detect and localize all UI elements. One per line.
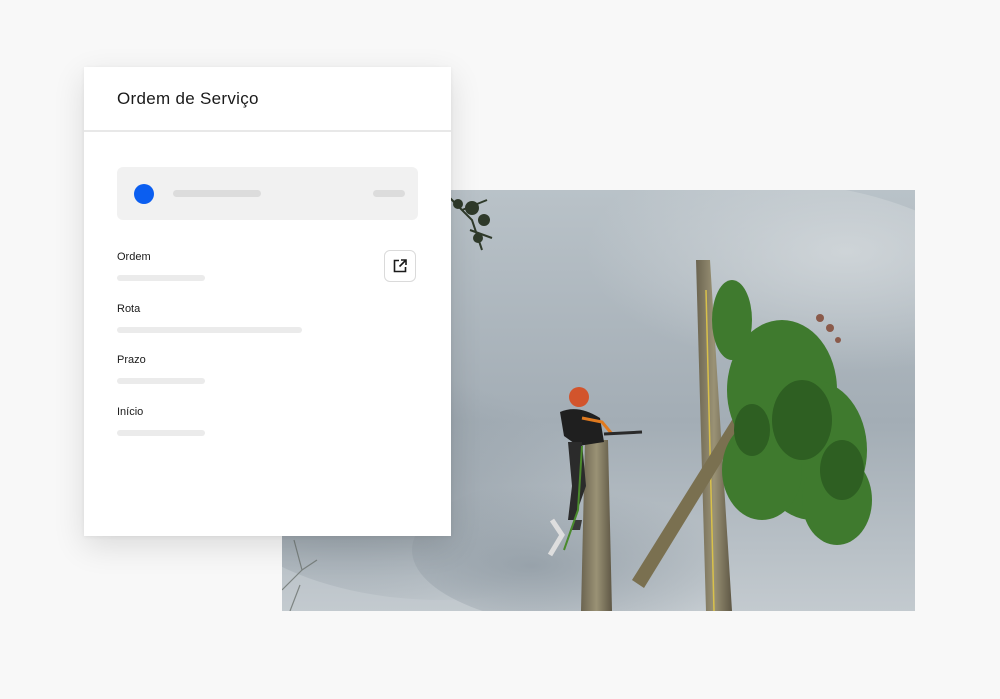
field-value-placeholder-ordem — [117, 275, 205, 281]
field-label-rota: Rota — [117, 303, 141, 315]
field-value-placeholder-rota — [117, 327, 302, 333]
card-title: Ordem de Serviço — [117, 88, 259, 108]
field-label-inicio: Início — [117, 406, 144, 418]
selector-text-placeholder — [173, 190, 261, 197]
order-selector[interactable] — [117, 167, 418, 220]
status-dot — [134, 184, 154, 204]
field-value-placeholder-prazo — [117, 378, 205, 384]
open-order-button[interactable] — [384, 250, 416, 282]
external-link-icon — [392, 258, 408, 274]
field-label-ordem: Ordem — [117, 251, 151, 263]
field-value-placeholder-inicio — [117, 430, 205, 436]
selector-meta-placeholder — [373, 190, 405, 197]
service-order-card: Ordem de Serviço Ordem Rota Prazo Início — [84, 67, 451, 536]
card-header: Ordem de Serviço — [84, 67, 451, 132]
field-label-prazo: Prazo — [117, 354, 146, 366]
